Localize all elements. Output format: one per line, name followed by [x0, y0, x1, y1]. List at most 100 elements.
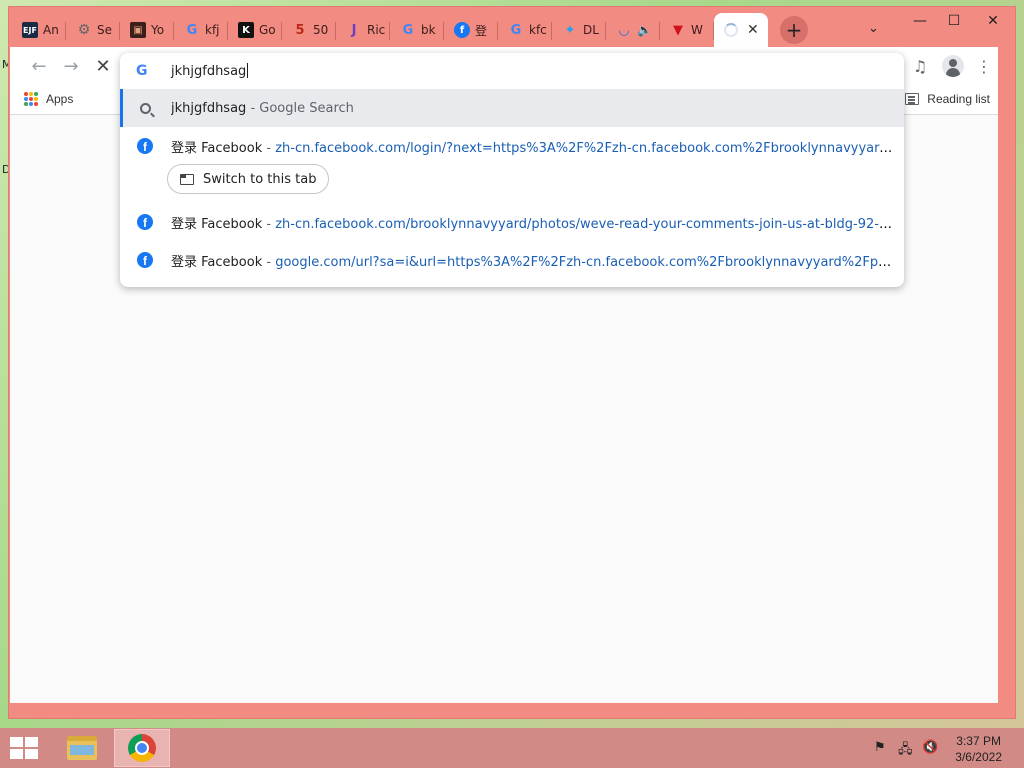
apps-grid-icon: [24, 92, 38, 106]
tab-title: Go: [259, 23, 276, 37]
facebook-icon: f: [454, 22, 470, 38]
suggestion-title: 登录 Facebook: [171, 216, 263, 232]
tab-favicon-icon: J: [351, 22, 357, 38]
tab-title: bk: [421, 23, 436, 37]
facebook-icon: f: [137, 138, 153, 154]
chrome-taskbar-button[interactable]: [114, 729, 170, 767]
tab[interactable]: K Go: [228, 13, 282, 47]
suggestion-history[interactable]: f 登录 Facebook - google.com/url?sa=i&url=…: [120, 241, 904, 279]
reading-list-button[interactable]: Reading list: [905, 92, 990, 106]
tab-title: Se: [97, 23, 112, 37]
new-tab-button[interactable]: +: [780, 16, 808, 44]
tab-favicon-icon: ◡: [619, 22, 629, 38]
tab[interactable]: ▣ Yo: [120, 13, 174, 47]
reading-list-icon: [905, 93, 920, 105]
suggestion-separator: -: [262, 254, 276, 270]
tab-icon: [180, 173, 194, 185]
tab[interactable]: EJF An: [12, 13, 66, 47]
suggestion-url: zh-cn.facebook.com/brooklynnavyyard/phot…: [275, 216, 893, 232]
volume-muted-icon[interactable]: 🔇: [922, 740, 938, 755]
tab[interactable]: J Ric: [336, 13, 390, 47]
google-icon: G: [136, 63, 148, 79]
suggestion-url: zh-cn.facebook.com/login/?next=https%3A%…: [275, 140, 893, 156]
clock-date: 3/6/2022: [955, 750, 1002, 764]
switch-to-tab-button[interactable]: Switch to this tab: [167, 164, 330, 194]
tab[interactable]: ▼ W: [660, 13, 714, 47]
tab-title: kfj: [205, 23, 220, 37]
apps-label: Apps: [46, 92, 74, 106]
suggestion-title: 登录 Facebook: [171, 140, 263, 156]
suggestion-history[interactable]: f 登录 Facebook - zh-cn.facebook.com/brook…: [120, 203, 904, 241]
suggestion-separator: -: [246, 100, 260, 116]
close-tab-icon[interactable]: ✕: [747, 22, 759, 38]
suggestion-url: google.com/url?sa=i&url=https%3A%2F%2Fzh…: [275, 254, 893, 270]
chrome-icon: [128, 734, 156, 762]
tab-title: DL: [583, 23, 599, 37]
facebook-icon: f: [137, 214, 153, 230]
taskbar: ⚑ 🖧 🔇 3:37 PM 3/6/2022: [0, 728, 1024, 768]
audio-playing-icon: 🔈: [637, 23, 652, 37]
system-clock[interactable]: 3:37 PM 3/6/2022: [955, 733, 1002, 765]
suggestion-separator: -: [262, 216, 276, 232]
suggestion-subtitle: Google Search: [259, 100, 354, 116]
tab[interactable]: Gkfj: [174, 13, 228, 47]
reading-list-label: Reading list: [927, 92, 990, 106]
minimize-button[interactable]: —: [903, 7, 937, 35]
tab-favicon-icon: K: [238, 22, 254, 38]
suggestion-title: 登录 Facebook: [171, 254, 263, 270]
suggestion-history[interactable]: f 登录 Facebook - zh-cn.facebook.com/login…: [120, 127, 904, 165]
file-explorer-button[interactable]: [54, 729, 110, 767]
google-icon: G: [510, 22, 522, 38]
maximize-button[interactable]: ☐: [937, 7, 971, 35]
close-window-button[interactable]: ✕: [971, 7, 1015, 35]
omnibox-input[interactable]: jkhjgfdhsag: [171, 63, 249, 79]
forward-button[interactable]: →: [60, 55, 82, 77]
tab-favicon-icon: EJF: [22, 22, 38, 38]
window-controls: — ☐ ✕: [903, 7, 1015, 35]
windows-start-button[interactable]: [10, 737, 38, 759]
tab[interactable]: 5 50: [282, 13, 336, 47]
tab[interactable]: Gbk: [390, 13, 444, 47]
tab-title: kfc: [529, 23, 547, 37]
search-icon: [137, 100, 153, 116]
tab-favicon-icon: 5: [295, 22, 305, 38]
tab[interactable]: ⚙ Se: [66, 13, 120, 47]
media-control-button[interactable]: ♫: [908, 55, 932, 77]
avatar-icon: [942, 55, 964, 77]
tab-title: 登: [475, 23, 488, 38]
tab[interactable]: ✦ DL: [552, 13, 606, 47]
tab-title: Yo: [151, 23, 165, 37]
tab-active[interactable]: ✕: [714, 13, 768, 47]
tab-favicon-icon: ▣: [130, 22, 146, 38]
google-icon: G: [402, 22, 414, 38]
clock-time: 3:37 PM: [956, 734, 1001, 748]
folder-icon: [67, 736, 97, 760]
twitter-icon: ✦: [564, 22, 576, 38]
tab[interactable]: f登: [444, 13, 498, 47]
network-icon[interactable]: 🖧: [898, 740, 913, 762]
tab-search-button[interactable]: ⌄: [868, 21, 879, 36]
loading-spinner-icon: [724, 23, 738, 37]
facebook-icon: f: [137, 252, 153, 268]
back-button[interactable]: ←: [28, 55, 50, 77]
tab-favicon-icon: ▼: [673, 22, 683, 38]
menu-button[interactable]: ⋮: [972, 55, 996, 77]
suggestion-title: jkhjgfdhsag: [171, 100, 247, 116]
stop-loading-button[interactable]: ✕: [92, 55, 114, 77]
apps-shortcut[interactable]: Apps: [24, 92, 73, 106]
gear-icon: ⚙: [77, 22, 91, 38]
tab-strip: EJF An ⚙ Se ▣ Yo Gkfj K Go 5 50 J Ric Gbk f登 G…: [12, 13, 808, 47]
google-icon: G: [186, 22, 198, 38]
tab[interactable]: Gkfc: [498, 13, 552, 47]
tab[interactable]: ◡ 🔈: [606, 13, 660, 47]
profile-button[interactable]: [941, 55, 965, 77]
omnibox-dropdown: G jkhjgfdhsag jkhjgfdhsag - Google Searc…: [120, 53, 904, 287]
switch-to-tab-label: Switch to this tab: [203, 171, 317, 187]
tab-title: An: [43, 23, 59, 37]
tab-title: Ric: [367, 23, 386, 37]
tab-title: W: [691, 23, 703, 37]
action-center-flag-icon[interactable]: ⚑: [874, 740, 886, 755]
suggestion-search[interactable]: jkhjgfdhsag - Google Search: [120, 89, 904, 127]
omnibox[interactable]: G jkhjgfdhsag: [120, 53, 904, 89]
tab-title: 50: [313, 23, 329, 37]
